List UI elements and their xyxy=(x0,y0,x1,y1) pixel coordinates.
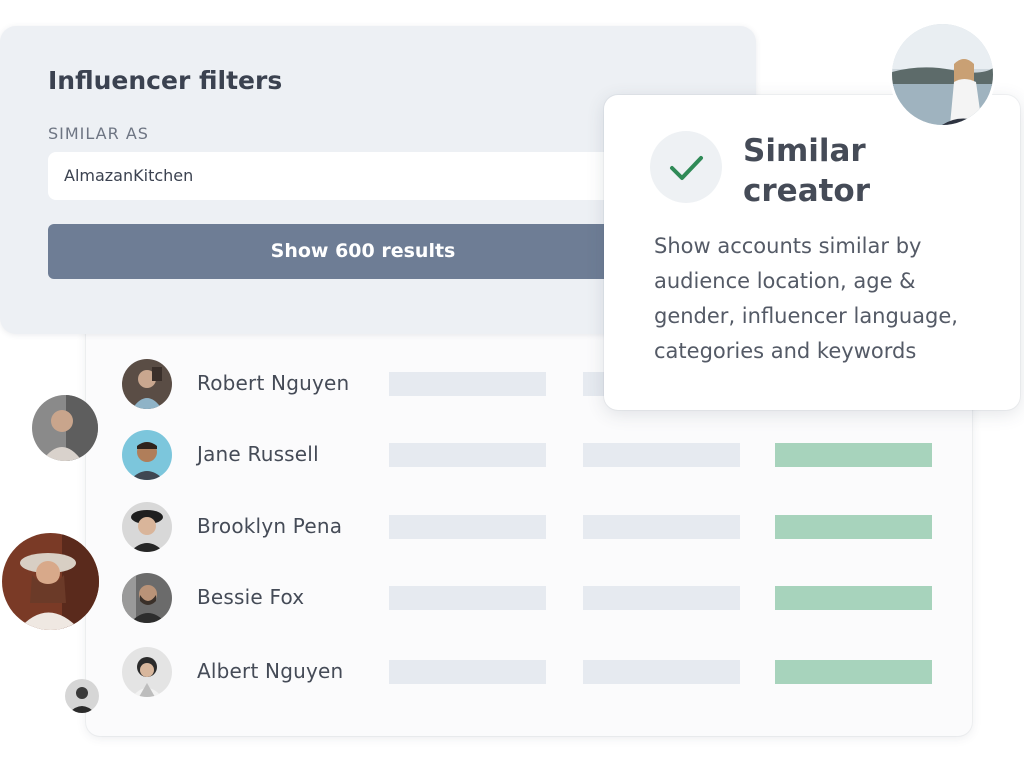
placeholder-bar xyxy=(389,515,546,539)
list-item[interactable]: Albert Nguyen xyxy=(86,642,972,702)
avatar xyxy=(2,533,99,630)
placeholder-bar xyxy=(389,586,546,610)
list-item[interactable]: Bessie Fox xyxy=(86,568,972,628)
avatar xyxy=(122,502,172,552)
avatar xyxy=(122,430,172,480)
placeholder-bar xyxy=(389,372,546,396)
card-title: Similar creator xyxy=(743,133,871,209)
avatar xyxy=(122,359,172,409)
similar-as-label: SIMILAR AS xyxy=(48,124,149,143)
influencer-name: Brooklyn Pena xyxy=(197,514,343,538)
similar-as-input[interactable]: AlmazanKitchen xyxy=(48,152,638,200)
panel-title: Influencer filters xyxy=(48,66,283,95)
accent-bar xyxy=(775,515,932,539)
accent-bar xyxy=(775,586,932,610)
show-results-button[interactable]: Show 600 results xyxy=(48,224,678,279)
placeholder-bar xyxy=(389,660,546,684)
list-item[interactable]: Jane Russell xyxy=(86,425,972,485)
influencer-name: Bessie Fox xyxy=(197,585,305,609)
avatar xyxy=(32,395,98,461)
influencer-name: Robert Nguyen xyxy=(197,371,350,395)
placeholder-bar xyxy=(583,515,740,539)
placeholder-bar xyxy=(583,443,740,467)
accent-bar xyxy=(775,660,932,684)
similar-creator-card: Similar creator Show accounts similar by… xyxy=(604,95,1020,410)
avatar xyxy=(122,647,172,697)
influencer-name: Albert Nguyen xyxy=(197,659,344,683)
placeholder-bar xyxy=(583,586,740,610)
influencer-name: Jane Russell xyxy=(197,442,319,466)
placeholder-bar xyxy=(583,660,740,684)
avatar xyxy=(892,24,993,125)
avatar xyxy=(65,679,99,713)
avatar xyxy=(122,573,172,623)
list-item[interactable]: Brooklyn Pena xyxy=(86,497,972,557)
check-icon xyxy=(650,131,722,203)
card-description: Show accounts similar by audience locati… xyxy=(654,234,958,363)
accent-bar xyxy=(775,443,932,467)
placeholder-bar xyxy=(389,443,546,467)
